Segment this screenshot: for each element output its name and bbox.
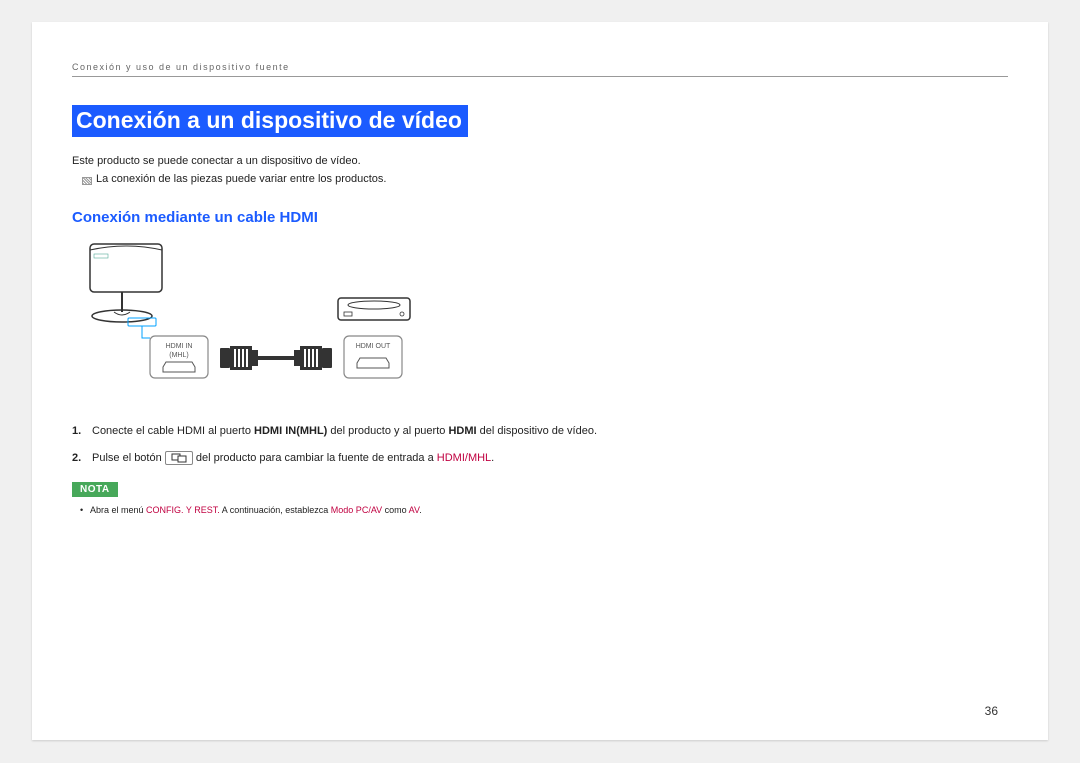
source-button-icon [165, 451, 193, 465]
note-bullet: Abra el menú CONFIG. Y REST. A continuac… [72, 505, 650, 515]
intro-text: Este producto se puede conectar a un dis… [72, 155, 1008, 167]
hdmi-in-port: HDMI IN (MHL) [150, 336, 208, 378]
document-page: Conexión y uso de un dispositivo fuente … [32, 22, 1048, 740]
page-title: Conexión a un dispositivo de vídeo [72, 105, 468, 137]
instruction-step: 1.Conecte el cable HDMI al puerto HDMI I… [72, 423, 652, 440]
subheading-hdmi: Conexión mediante un cable HDMI [72, 209, 1008, 226]
svg-text:HDMI IN: HDMI IN [166, 343, 193, 350]
hdmi-cable-icon [220, 346, 332, 370]
intro-note: La conexión de las piezas puede variar e… [82, 173, 1008, 185]
hdmi-out-port: HDMI OUT [344, 336, 402, 378]
breadcrumb: Conexión y uso de un dispositivo fuente [72, 62, 1008, 77]
instruction-steps: 1.Conecte el cable HDMI al puerto HDMI I… [72, 423, 1008, 466]
page-number: 36 [985, 704, 998, 718]
svg-text:(MHL): (MHL) [169, 352, 188, 359]
instruction-step: 2.Pulse el botón del producto para cambi… [72, 450, 652, 467]
monitor-icon [90, 244, 162, 338]
connection-diagram: HDMI IN (MHL) HDMI OUT [72, 240, 1008, 405]
svg-text:HDMI OUT: HDMI OUT [356, 343, 391, 350]
note-badge: NOTA [72, 482, 118, 497]
video-device-icon [338, 298, 410, 320]
